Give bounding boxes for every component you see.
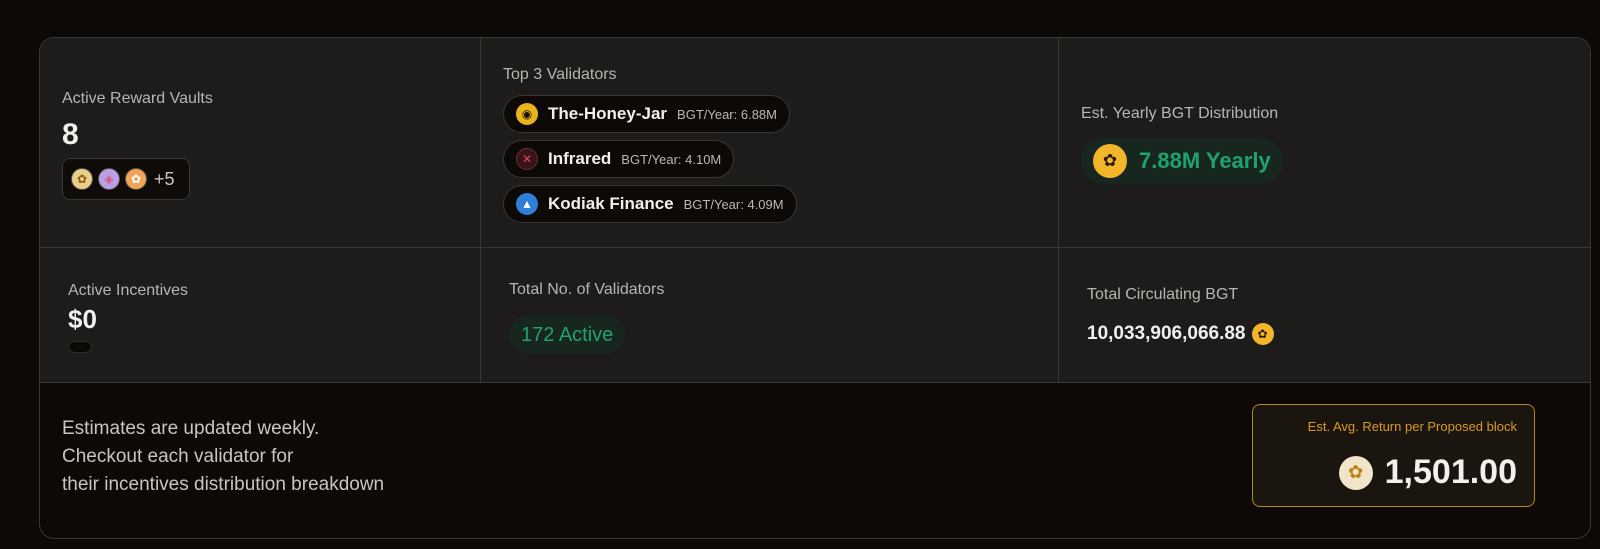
note-line: Checkout each validator for <box>62 446 294 467</box>
distribution-badge: ✿ 7.88M Yearly <box>1081 138 1283 184</box>
avg-return-label: Est. Avg. Return per Proposed block <box>1307 419 1517 434</box>
total-validators-card: Total No. of Validators 172 Active <box>481 248 1059 383</box>
orange-token-icon: ✿ <box>125 168 147 190</box>
circulating-value-row: 10,033,906,066.88 ✿ <box>1087 323 1274 345</box>
avg-return-card: Est. Avg. Return per Proposed block ✿ 1,… <box>1252 404 1535 507</box>
top-validators-card: Top 3 Validators ◉ The-Honey-Jar BGT/Yea… <box>481 38 1059 248</box>
bgt-bee-icon: ✿ <box>1093 144 1127 178</box>
honeycomb-token-icon: ✿ <box>71 168 93 190</box>
infrared-icon: ✕ <box>516 148 538 170</box>
incentives-token-list <box>68 341 92 353</box>
honey-jar-icon: ◉ <box>516 103 538 125</box>
avg-return-value-row: ✿ 1,501.00 <box>1338 453 1517 492</box>
yearly-distribution-card: Est. Yearly BGT Distribution ✿ 7.88M Yea… <box>1059 38 1590 248</box>
incentives-value: $0 <box>68 304 97 334</box>
note-line: Estimates are updated weekly. <box>62 418 320 439</box>
validator-name: The-Honey-Jar <box>548 104 668 123</box>
validator-name: Kodiak Finance <box>548 194 674 213</box>
circulating-label: Total Circulating BGT <box>1087 286 1239 303</box>
validator-stat: BGT/Year: 4.10M <box>621 151 722 167</box>
stats-panel: Active Reward Vaults 8 ✿ ◈ ✿ +5 Top 3 Va… <box>39 37 1591 539</box>
stats-grid: Active Reward Vaults 8 ✿ ◈ ✿ +5 Top 3 Va… <box>40 38 1590 383</box>
incentives-label: Active Incentives <box>68 282 189 299</box>
validator-the-honey-jar[interactable]: ◉ The-Honey-Jar BGT/Year: 6.88M <box>503 95 790 133</box>
avg-return-value: 1,501.00 <box>1384 453 1517 491</box>
vaults-label: Active Reward Vaults <box>62 90 213 107</box>
total-validators-label: Total No. of Validators <box>509 281 665 298</box>
circulating-value: 10,033,906,066.88 <box>1087 323 1246 344</box>
honeycomb-token-icon: ✿ <box>1338 455 1373 490</box>
active-incentives-card: Active Incentives $0 <box>40 248 481 383</box>
more-vaults-count: +5 <box>154 168 175 189</box>
top-validators-label: Top 3 Validators <box>503 66 617 83</box>
kodiak-icon: ▲ <box>516 193 538 215</box>
distribution-value: 7.88M Yearly <box>1139 148 1271 173</box>
bgt-bee-icon: ✿ <box>1251 323 1274 345</box>
vault-token-list[interactable]: ✿ ◈ ✿ +5 <box>62 158 190 200</box>
validator-stat: BGT/Year: 4.09M <box>683 196 784 212</box>
validator-name: Infrared <box>548 149 612 168</box>
vaults-count: 8 <box>62 118 79 151</box>
distribution-label: Est. Yearly BGT Distribution <box>1081 105 1279 122</box>
pink-token-icon: ◈ <box>98 168 120 190</box>
active-validators-badge: 172 Active <box>509 316 626 354</box>
circulating-bgt-card: Total Circulating BGT 10,033,906,066.88 … <box>1059 248 1590 383</box>
estimates-note: Estimates are updated weekly. Checkout e… <box>62 415 384 499</box>
validator-infrared[interactable]: ✕ Infrared BGT/Year: 4.10M <box>503 140 735 178</box>
validator-kodiak-finance[interactable]: ▲ Kodiak Finance BGT/Year: 4.09M <box>503 185 797 223</box>
validator-stat: BGT/Year: 6.88M <box>677 106 777 122</box>
active-reward-vaults-card: Active Reward Vaults 8 ✿ ◈ ✿ +5 <box>40 38 481 248</box>
note-line: their incentives distribution breakdown <box>62 474 385 495</box>
